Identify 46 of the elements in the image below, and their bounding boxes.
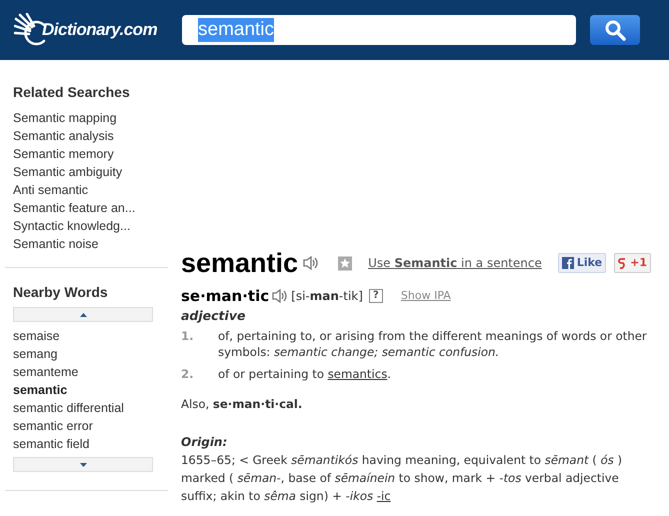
plus-one-button[interactable]: +1 — [614, 253, 651, 273]
headword: semantic — [181, 248, 298, 278]
related-search-link[interactable]: Semantic memory — [13, 145, 168, 163]
part-of-speech: adjective — [181, 307, 246, 325]
speaker-icon[interactable] — [302, 255, 320, 271]
related-search-link[interactable]: Semantic analysis — [13, 127, 168, 145]
suffix-link[interactable]: -ic — [376, 489, 391, 504]
section-heading: Related Searches — [13, 83, 131, 102]
related-search-link[interactable]: Anti semantic — [13, 181, 168, 199]
definition-text: of or pertaining to semantics. — [218, 366, 392, 382]
related-search-link[interactable]: Syntactic knowledg... — [13, 217, 168, 235]
nearby-word-link[interactable]: semantic differential — [13, 399, 168, 417]
show-ipa-link[interactable]: Show IPA — [400, 288, 451, 304]
nearby-word-link[interactable]: semantic error — [13, 417, 168, 435]
nearby-word-link[interactable]: semang — [13, 345, 168, 363]
facebook-icon — [562, 257, 574, 269]
search-value: semantic — [198, 18, 274, 42]
speaker-icon[interactable] — [271, 288, 290, 304]
help-button[interactable]: ? — [368, 289, 383, 303]
down-arrow-icon — [80, 462, 86, 466]
related-search-link[interactable]: Semantic ambiguity — [13, 163, 168, 181]
also-form: Also, se·man·ti·cal. — [181, 396, 304, 413]
definition-number: 1. — [181, 328, 195, 345]
search-icon — [604, 19, 626, 41]
origin-heading: Origin: — [181, 434, 228, 452]
related-search-link[interactable]: Semantic feature an... — [13, 199, 168, 217]
origin-text: 1655–65; < Greek sēmantikós having meaning, equivalent to sēmant ( ós ) marked ( sēman-, base of sēmaínein to show, mark + -tos verbal adjective suffix; akin to sêma sign) + -ikos -ic — [181, 452, 624, 506]
search-button[interactable] — [590, 15, 640, 45]
use-in-sentence-link[interactable]: Use Semantic in a sentence — [368, 254, 542, 272]
like-button[interactable]: Like — [558, 253, 606, 273]
nearby-word-link[interactable]: semanteme — [13, 363, 168, 381]
logo[interactable]: Dictionary.com — [14, 13, 170, 47]
definition-text: of, pertaining to, or arising from the different meanings of words or other symbols: semantic change; semantic confusion. — [218, 328, 648, 360]
pronunciation: [si-man-tik] — [291, 288, 363, 305]
definition-number: 2. — [181, 366, 195, 382]
syllabified-word: se·man·tic — [181, 286, 270, 307]
section-heading: Nearby Words — [13, 283, 109, 302]
word-link[interactable]: semantics — [328, 366, 388, 381]
related-search-link[interactable]: Semantic noise — [13, 235, 168, 253]
nearby-word-link[interactable]: semaise — [13, 327, 168, 345]
related-search-link[interactable]: Semantic mapping — [13, 109, 168, 127]
star-icon[interactable] — [338, 256, 352, 270]
logo-text: Dictionary.com — [42, 19, 158, 42]
up-arrow-icon — [80, 312, 86, 316]
nearby-word-link[interactable]: semantic field — [13, 435, 168, 453]
nearby-word-link[interactable]: semantic — [13, 381, 168, 399]
